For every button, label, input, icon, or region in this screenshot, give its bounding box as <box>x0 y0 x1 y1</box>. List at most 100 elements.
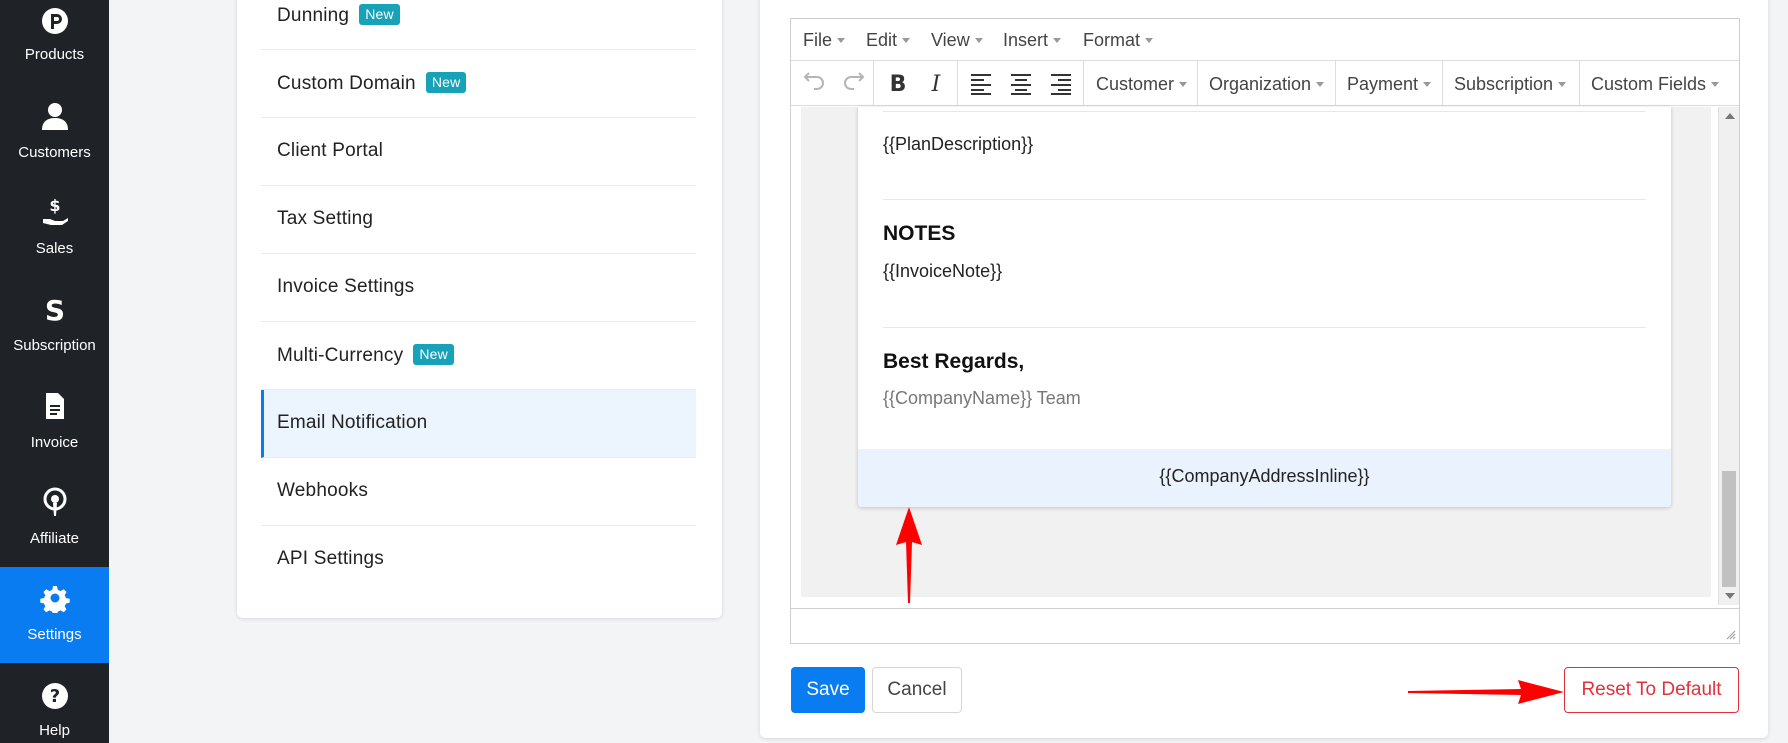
menu-view[interactable]: View <box>931 30 983 51</box>
invoice-note-placeholder: {{InvoiceNote}} <box>883 261 1003 281</box>
toolbar-separator <box>1442 61 1443 106</box>
menu-item-label: Tax Setting <box>277 208 374 229</box>
menu-item-text: Custom Domain <box>277 73 416 94</box>
align-left-icon[interactable] <box>963 61 999 106</box>
resize-grip-icon[interactable] <box>1724 628 1736 640</box>
caret-down-icon <box>1558 82 1567 87</box>
organization-dropdown[interactable]: Organization <box>1209 74 1325 95</box>
menu-item-invoice-settings[interactable]: Invoice Settings <box>261 254 696 322</box>
menu-file[interactable]: File <box>803 30 846 51</box>
scroll-down-arrow-icon[interactable] <box>1725 593 1735 599</box>
editor-scrollbar[interactable] <box>1718 107 1739 605</box>
menu-item-label: Email Notification <box>277 412 428 433</box>
menu-item-label: Webhooks <box>277 480 369 501</box>
toolbar-separator <box>1083 61 1084 106</box>
reset-to-default-button[interactable]: Reset To Default <box>1564 667 1739 713</box>
caret-down-icon <box>974 38 983 43</box>
subscription-icon: S <box>45 294 65 324</box>
redo-icon[interactable] <box>837 61 869 106</box>
editor-toolbar: B I Customer Organization Payment Subscr… <box>791 61 1739 106</box>
nav-item-affiliate[interactable]: Affiliate <box>0 473 109 569</box>
settings-menu-panel: Dunning New Custom Domain New Client Porta… <box>237 0 722 618</box>
nav-item-products[interactable]: Products <box>0 0 109 86</box>
menu-format-label: Format <box>1083 30 1141 50</box>
menu-insert[interactable]: Insert <box>1003 30 1062 51</box>
rich-text-editor: File Edit View Insert Format B I Custome… <box>790 18 1740 644</box>
dropdown-label: Payment <box>1347 74 1419 94</box>
editor-content-area[interactable]: {{PlanDescription}} NOTES {{InvoiceNote}… <box>791 107 1739 605</box>
nav-label: Affiliate <box>30 530 79 547</box>
left-navigation: Products Customers $ Sales S Subscriptio… <box>0 0 109 743</box>
editor-statusbar <box>791 608 1739 643</box>
nav-label: Customers <box>18 144 91 161</box>
divider <box>883 199 1646 200</box>
menu-item-text: Dunning <box>277 5 350 26</box>
italic-icon[interactable]: I <box>919 61 953 106</box>
nav-label: Sales <box>35 240 74 257</box>
caret-down-icon <box>1145 38 1154 43</box>
menu-item-email-notification[interactable]: Email Notification <box>261 390 696 458</box>
nav-item-sales[interactable]: $ Sales <box>0 183 109 279</box>
menu-item-webhooks[interactable]: Webhooks <box>261 458 696 526</box>
help-icon: ? <box>42 683 68 709</box>
menu-insert-label: Insert <box>1003 30 1049 50</box>
regards-heading: Best Regards, <box>883 350 1025 373</box>
nav-item-customers[interactable]: Customers <box>0 87 109 183</box>
align-right-icon[interactable] <box>1043 61 1079 106</box>
nav-item-help[interactable]: ? Help <box>0 663 109 743</box>
menu-format[interactable]: Format <box>1083 30 1154 51</box>
scroll-up-arrow-icon[interactable] <box>1725 113 1735 119</box>
menu-view-label: View <box>931 30 970 50</box>
toolbar-separator <box>1197 61 1198 106</box>
svg-text:$: $ <box>49 197 60 215</box>
menu-item-dunning[interactable]: Dunning New <box>261 0 696 50</box>
dropdown-label: Organization <box>1209 74 1312 94</box>
caret-down-icon <box>1711 82 1720 87</box>
nav-item-settings[interactable]: Settings <box>0 567 109 663</box>
affiliate-icon <box>43 487 67 516</box>
toolbar-separator <box>873 61 874 106</box>
nav-label: Products <box>24 46 85 63</box>
align-center-icon[interactable] <box>1003 61 1039 106</box>
dropdown-label: Subscription <box>1454 74 1554 94</box>
gear-icon <box>40 586 70 613</box>
toolbar-separator <box>1335 61 1336 106</box>
menu-item-label: API Settings <box>277 548 384 569</box>
save-button[interactable]: Save <box>791 667 865 713</box>
divider <box>883 327 1646 328</box>
email-canvas: {{PlanDescription}} NOTES {{InvoiceNote}… <box>801 107 1711 597</box>
menu-item-tax-setting[interactable]: Tax Setting <box>261 186 696 254</box>
subscription-dropdown[interactable]: Subscription <box>1454 74 1567 95</box>
annotation-arrow-up-icon <box>896 507 922 603</box>
menu-item-label: Custom Domain New <box>277 72 467 95</box>
menu-item-multi-currency[interactable]: Multi-Currency New <box>261 322 696 390</box>
menu-item-client-portal[interactable]: Client Portal <box>261 118 696 186</box>
new-badge: New <box>425 72 467 93</box>
notes-heading: NOTES <box>883 222 956 245</box>
caret-down-icon <box>1423 82 1432 87</box>
nav-label: Help <box>39 722 70 739</box>
nav-item-invoice[interactable]: Invoice <box>0 377 109 473</box>
nav-item-subscription[interactable]: S Subscription <box>0 280 109 376</box>
nav-label: Subscription <box>13 337 96 354</box>
new-badge: New <box>413 344 454 365</box>
undo-icon[interactable] <box>799 61 831 106</box>
menu-item-custom-domain[interactable]: Custom Domain New <box>261 50 696 118</box>
menu-item-label: Invoice Settings <box>277 276 415 297</box>
customer-dropdown[interactable]: Customer <box>1096 74 1188 95</box>
menu-item-api-settings[interactable]: API Settings <box>261 526 696 594</box>
annotation-arrow-right-icon <box>1408 680 1564 704</box>
nav-label: Invoice <box>30 434 79 451</box>
cancel-button[interactable]: Cancel <box>872 667 962 713</box>
caret-down-icon <box>1316 82 1325 87</box>
new-badge: New <box>359 4 400 25</box>
custom-fields-dropdown[interactable]: Custom Fields <box>1591 74 1720 95</box>
menu-item-label: Multi-Currency New <box>277 344 454 367</box>
scroll-thumb[interactable] <box>1722 471 1736 587</box>
company-address-placeholder: {{CompanyAddressInline}} <box>1159 466 1370 486</box>
sales-icon: $ <box>43 197 68 225</box>
payment-dropdown[interactable]: Payment <box>1347 74 1432 95</box>
customers-icon <box>42 103 68 130</box>
menu-edit[interactable]: Edit <box>866 30 911 51</box>
bold-icon[interactable]: B <box>881 61 915 106</box>
